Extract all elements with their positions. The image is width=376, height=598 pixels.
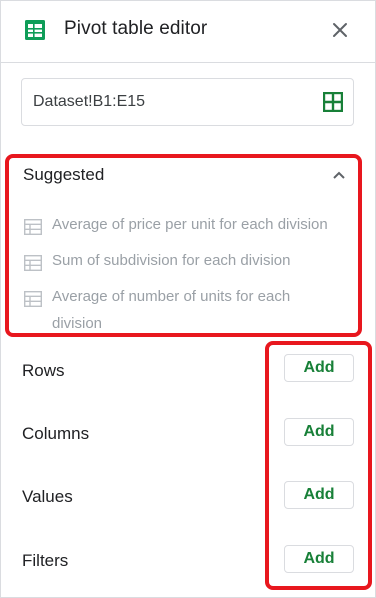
sheets-icon [25, 20, 45, 40]
rows-add-button[interactable]: Add [284, 354, 354, 382]
values-add-button[interactable]: Add [284, 481, 354, 509]
columns-label: Columns [22, 424, 90, 443]
suggestion-item[interactable]: Average of price per unit for each divis… [24, 216, 352, 238]
close-icon [333, 23, 347, 37]
suggestion-label: Sum of subdivision for each division [52, 252, 291, 269]
suggestion-label: Average of price per unit for each divis… [52, 216, 328, 233]
suggestion-label: Average of number of units for each divi… [52, 288, 291, 332]
rows-label: Rows [22, 361, 65, 380]
table-icon [24, 219, 42, 235]
filters-add-button[interactable]: Add [284, 545, 354, 573]
suggested-heading: Suggested [23, 165, 105, 184]
data-range-field[interactable]: Dataset!B1:E15 [21, 78, 354, 126]
grid-select-icon[interactable] [323, 92, 343, 112]
data-range-value: Dataset!B1:E15 [33, 93, 146, 110]
columns-add-button[interactable]: Add [284, 418, 354, 446]
close-button[interactable] [326, 16, 354, 44]
panel-header: Pivot table editor [0, 0, 376, 62]
panel-title: Pivot table editor [64, 18, 208, 39]
table-icon [24, 291, 42, 307]
header-divider [0, 62, 376, 63]
filters-label: Filters [22, 551, 69, 570]
chevron-up-icon[interactable] [332, 170, 346, 180]
suggestion-item[interactable]: Sum of subdivision for each division [24, 252, 352, 274]
values-label: Values [22, 487, 73, 506]
table-icon [24, 255, 42, 271]
suggestion-item[interactable]: Average of number of units for each divi… [24, 288, 322, 337]
